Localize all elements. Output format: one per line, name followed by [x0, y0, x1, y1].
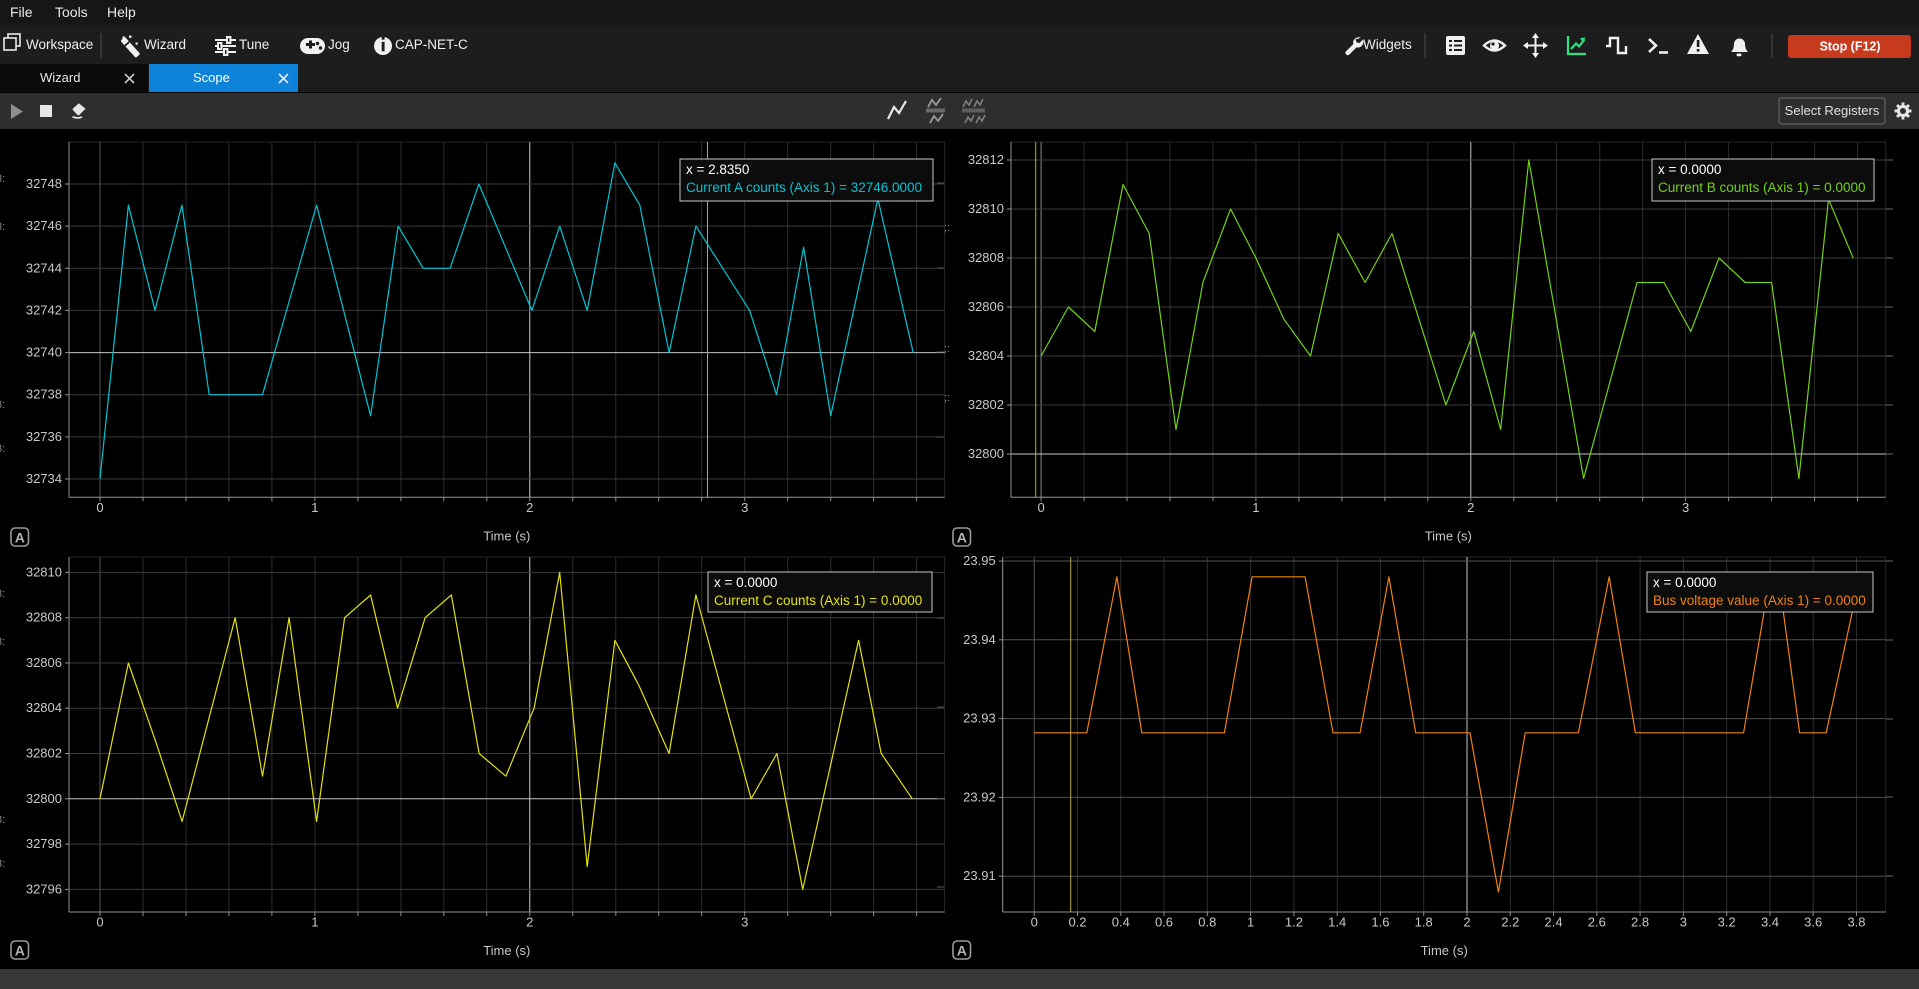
svg-text:32806: 32806	[968, 299, 1004, 314]
svg-text:1.4: 1.4	[1328, 915, 1346, 930]
svg-text:Current A counts (Axis 1) = 32: Current A counts (Axis 1) = 32746.0000	[686, 180, 922, 195]
svg-text:3:: 3:	[0, 399, 5, 411]
svg-text:3.6: 3.6	[1804, 915, 1822, 930]
svg-text:3: 3	[1682, 500, 1689, 515]
svg-text:1.2: 1.2	[1285, 915, 1303, 930]
svg-text:32800: 32800	[26, 791, 62, 806]
svg-text:23.92: 23.92	[963, 789, 996, 804]
svg-text:1.6: 1.6	[1371, 915, 1389, 930]
svg-text:Time (s): Time (s)	[483, 528, 530, 543]
svg-text:3:: 3:	[0, 443, 5, 455]
svg-text:3.8: 3.8	[1847, 915, 1865, 930]
svg-text:32804: 32804	[968, 348, 1004, 363]
svg-text:2: 2	[1467, 500, 1474, 515]
svg-text:32800: 32800	[968, 446, 1004, 461]
svg-text:3.2: 3.2	[1718, 915, 1736, 930]
svg-text:0: 0	[96, 500, 103, 515]
svg-text:Bus voltage value (Axis 1) = 0: Bus voltage value (Axis 1) = 0.0000	[1653, 593, 1866, 608]
svg-text:0.2: 0.2	[1068, 915, 1086, 930]
svg-text:23.94: 23.94	[963, 632, 996, 647]
svg-text:A: A	[957, 530, 967, 546]
svg-text:23.93: 23.93	[963, 711, 996, 726]
svg-text:23.91: 23.91	[963, 868, 996, 883]
svg-text:0: 0	[1031, 915, 1038, 930]
svg-text:32808: 32808	[968, 250, 1004, 265]
svg-text:3:: 3:	[0, 636, 5, 648]
svg-text:1: 1	[1252, 500, 1259, 515]
svg-text:3:: 3:	[0, 814, 5, 826]
svg-text:x = 0.0000: x = 0.0000	[714, 575, 777, 590]
svg-text:3:: 3:	[0, 588, 5, 600]
svg-text:32802: 32802	[968, 397, 1004, 412]
svg-text:2.8: 2.8	[1631, 915, 1649, 930]
svg-text:x = 0.0000: x = 0.0000	[1658, 162, 1721, 177]
svg-text:;:: ;:	[944, 343, 950, 355]
svg-text:3: 3	[1680, 915, 1687, 930]
svg-text:32798: 32798	[26, 836, 62, 851]
svg-text:32796: 32796	[26, 881, 62, 896]
svg-text:x = 2.8350: x = 2.8350	[686, 162, 749, 177]
svg-text:3: 3	[741, 500, 748, 515]
svg-text:32740: 32740	[26, 345, 62, 360]
svg-text:;:: ;:	[944, 222, 950, 234]
svg-text:2.2: 2.2	[1501, 915, 1519, 930]
svg-text:23.95: 23.95	[963, 553, 996, 568]
svg-text:Time (s): Time (s)	[1425, 528, 1472, 543]
svg-text:3:: 3:	[0, 858, 5, 870]
svg-text:;:: ;:	[944, 392, 950, 404]
svg-text:32748: 32748	[26, 176, 62, 191]
svg-text:32810: 32810	[26, 564, 62, 579]
svg-text:A: A	[15, 530, 25, 546]
svg-text:32806: 32806	[26, 655, 62, 670]
svg-text:Current C counts (Axis 1) = 0.: Current C counts (Axis 1) = 0.0000	[714, 593, 922, 608]
svg-text:32802: 32802	[26, 746, 62, 761]
svg-text:3:: 3:	[0, 221, 5, 233]
svg-text:32734: 32734	[26, 471, 62, 486]
svg-text:Current B counts (Axis 1) = 0.: Current B counts (Axis 1) = 0.0000	[1658, 180, 1865, 195]
svg-text:Time (s): Time (s)	[483, 943, 530, 958]
svg-text:3:: 3:	[0, 173, 5, 185]
svg-text:A: A	[15, 943, 25, 959]
svg-text:32810: 32810	[968, 201, 1004, 216]
svg-text:1.8: 1.8	[1415, 915, 1433, 930]
svg-text:32738: 32738	[26, 387, 62, 402]
svg-text:Time (s): Time (s)	[1421, 943, 1468, 958]
svg-text:2.4: 2.4	[1545, 915, 1563, 930]
svg-text:0: 0	[1037, 500, 1044, 515]
svg-text:x = 0.0000: x = 0.0000	[1653, 575, 1716, 590]
svg-text:32736: 32736	[26, 429, 62, 444]
svg-text:3: 3	[741, 915, 748, 930]
svg-text:2.6: 2.6	[1588, 915, 1606, 930]
svg-text:0.8: 0.8	[1198, 915, 1216, 930]
svg-text:0: 0	[96, 915, 103, 930]
svg-text:32812: 32812	[968, 152, 1004, 167]
svg-text:32804: 32804	[26, 700, 62, 715]
svg-text:2: 2	[1463, 915, 1470, 930]
svg-text:3.4: 3.4	[1761, 915, 1779, 930]
svg-text:1: 1	[1247, 915, 1254, 930]
svg-text:2: 2	[526, 915, 533, 930]
svg-text:32746: 32746	[26, 218, 62, 233]
svg-text:0.6: 0.6	[1155, 915, 1173, 930]
svg-text:1: 1	[311, 915, 318, 930]
svg-text:32808: 32808	[26, 610, 62, 625]
svg-text:0.4: 0.4	[1112, 915, 1130, 930]
svg-text:1: 1	[311, 500, 318, 515]
svg-text:32742: 32742	[26, 302, 62, 317]
svg-text:A: A	[957, 943, 967, 959]
svg-text:2: 2	[526, 500, 533, 515]
svg-text:32744: 32744	[26, 260, 62, 275]
